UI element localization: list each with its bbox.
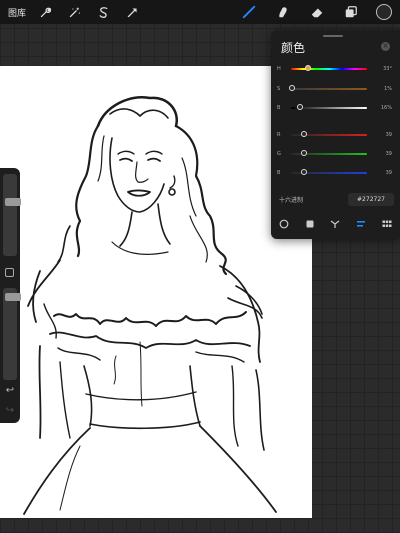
- brush-icon[interactable]: [240, 3, 258, 21]
- hex-row: 十六进制 #272727: [277, 193, 396, 207]
- color-mode-bar: [271, 216, 400, 232]
- green-label: G: [277, 151, 281, 157]
- hex-label: 十六进制: [279, 197, 304, 204]
- hue-slider[interactable]: H 33°: [277, 64, 396, 74]
- green-slider[interactable]: G 39: [277, 149, 396, 159]
- selection-s-icon[interactable]: [94, 3, 112, 21]
- undo-icon[interactable]: ↩: [4, 386, 16, 396]
- current-color-swatch[interactable]: [376, 4, 392, 20]
- brightness-slider[interactable]: B 16%: [277, 103, 396, 113]
- eraser-icon[interactable]: [308, 3, 326, 21]
- drawing-canvas[interactable]: [0, 66, 312, 518]
- saturation-knob[interactable]: [289, 85, 295, 91]
- red-slider[interactable]: R 39: [277, 130, 396, 140]
- palettes-grid-icon[interactable]: [374, 216, 400, 232]
- disc-icon[interactable]: [271, 216, 297, 232]
- hue-value: 33°: [383, 66, 392, 72]
- opacity-slider[interactable]: [3, 288, 21, 380]
- sketch-artwork: [23, 96, 277, 515]
- classic-square-icon[interactable]: [297, 216, 323, 232]
- saturation-value: 1%: [384, 86, 392, 92]
- transform-arrow-icon[interactable]: [123, 3, 141, 21]
- blue-value: 39: [385, 170, 392, 176]
- color-panel: 颜色 × H 33° S 1% B 16% R 39 G 39 B 39 十六进…: [271, 30, 400, 239]
- red-value: 39: [385, 132, 392, 138]
- redo-icon[interactable]: ↪: [4, 406, 16, 416]
- green-knob[interactable]: [301, 150, 307, 156]
- blue-knob[interactable]: [301, 169, 307, 175]
- value-sliders-icon[interactable]: [348, 216, 374, 232]
- modify-button[interactable]: [5, 268, 14, 277]
- blue-label: B: [277, 170, 281, 176]
- brightness-label: B: [277, 105, 281, 111]
- panel-title: 颜色: [281, 41, 306, 55]
- hue-knob[interactable]: [305, 65, 311, 71]
- hex-input[interactable]: #272727: [348, 193, 394, 206]
- red-knob[interactable]: [301, 131, 307, 137]
- blue-slider[interactable]: B 39: [277, 168, 396, 178]
- brightness-knob[interactable]: [297, 104, 303, 110]
- wrench-icon[interactable]: [36, 3, 54, 21]
- close-icon[interactable]: ×: [381, 42, 390, 51]
- brush-size-slider[interactable]: [3, 174, 21, 256]
- red-label: R: [277, 132, 281, 138]
- brush-size-handle[interactable]: [5, 198, 21, 206]
- gallery-button[interactable]: 图库: [8, 6, 26, 19]
- smudge-icon[interactable]: [274, 3, 292, 21]
- left-sidebar: ↩ ↪: [0, 168, 21, 423]
- panel-grip[interactable]: [323, 35, 343, 37]
- brightness-value: 16%: [380, 105, 392, 111]
- saturation-label: S: [277, 86, 281, 92]
- harmony-icon[interactable]: [323, 216, 349, 232]
- layers-icon[interactable]: [342, 3, 360, 21]
- opacity-handle[interactable]: [5, 293, 21, 301]
- top-toolbar: 图库: [0, 0, 400, 24]
- magic-wand-icon[interactable]: [65, 3, 83, 21]
- saturation-slider[interactable]: S 1%: [277, 84, 396, 94]
- green-value: 39: [385, 151, 392, 157]
- hue-label: H: [277, 66, 281, 72]
